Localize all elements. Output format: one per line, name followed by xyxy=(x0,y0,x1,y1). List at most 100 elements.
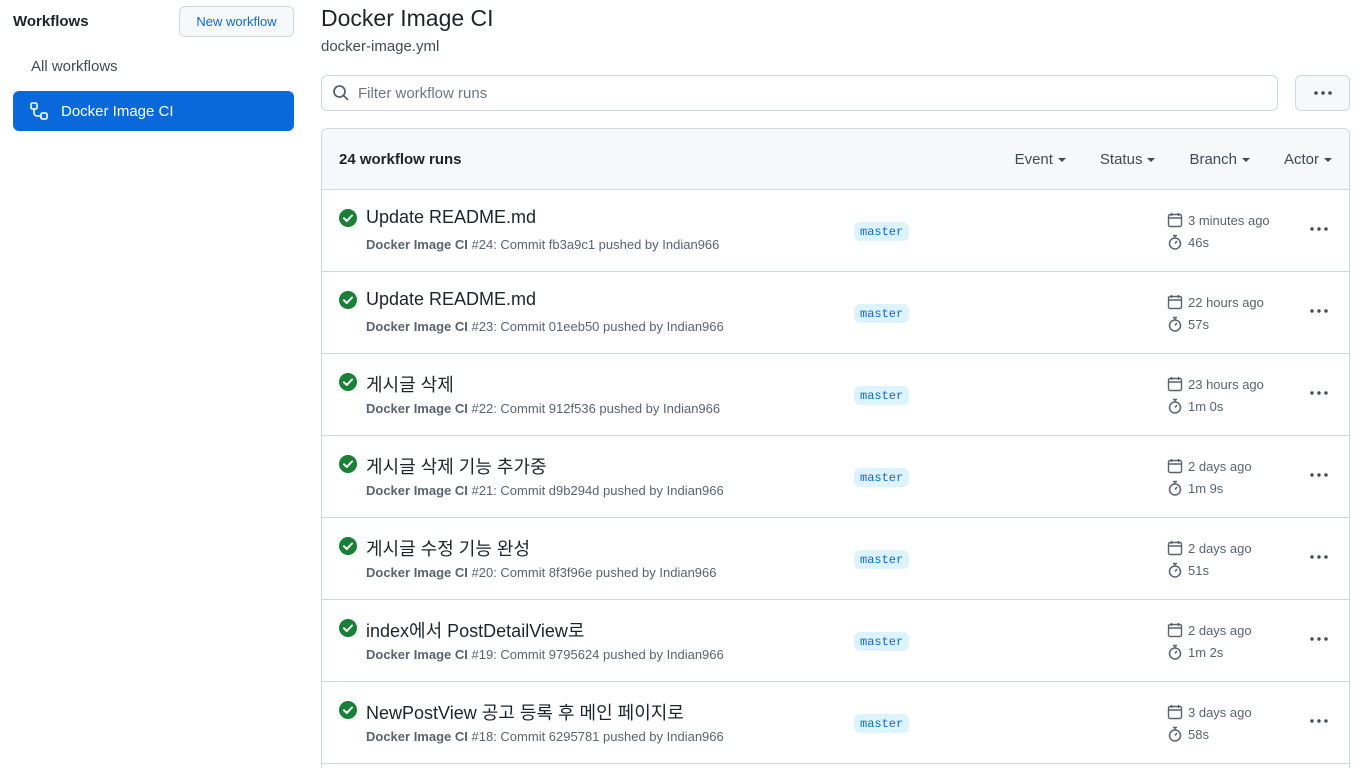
calendar-icon xyxy=(1167,294,1183,310)
sidebar-title: Workflows xyxy=(13,13,89,30)
runs-count: 24 workflow runs xyxy=(339,150,462,168)
calendar-icon xyxy=(1167,212,1183,228)
calendar-icon xyxy=(1167,540,1183,556)
run-duration: 57s xyxy=(1167,316,1209,332)
workflow-run-row[interactable]: NewPostView 공고 등록 후 메인 페이지로 Docker Image… xyxy=(322,682,1349,764)
workflow-run-row[interactable]: Update README.md Docker Image CI #24: Co… xyxy=(322,190,1349,272)
run-meta: Docker Image CI #20: Commit 8f3f96e push… xyxy=(366,565,717,580)
run-timestamp: 2 days ago xyxy=(1167,622,1252,638)
branch-label[interactable]: master xyxy=(854,550,910,569)
run-meta: Docker Image CI #21: Commit d9b294d push… xyxy=(366,483,724,498)
branch-label[interactable]: master xyxy=(854,222,910,241)
run-meta: Docker Image CI #22: Commit 912f536 push… xyxy=(366,401,720,416)
kebab-horizontal-icon xyxy=(1310,719,1328,723)
run-options-button[interactable] xyxy=(1308,384,1330,402)
branch-label[interactable]: master xyxy=(854,632,910,651)
stopwatch-icon xyxy=(1167,562,1183,578)
page-title: Docker Image CI xyxy=(321,5,494,31)
run-options-button[interactable] xyxy=(1308,630,1330,648)
run-meta: Docker Image CI #19: Commit 9795624 push… xyxy=(366,647,724,662)
branch-label[interactable]: master xyxy=(854,714,910,733)
filter-runs-input[interactable] xyxy=(358,84,1238,102)
run-commit-info: #21: Commit d9b294d pushed by Indian966 xyxy=(471,483,724,498)
caret-down-icon xyxy=(1324,157,1332,162)
success-check-icon xyxy=(339,701,357,719)
calendar-icon xyxy=(1167,622,1183,638)
run-commit-info: #19: Commit 9795624 pushed by Indian966 xyxy=(471,647,724,662)
run-commit-info: #23: Commit 01eeb50 pushed by Indian966 xyxy=(471,319,724,334)
new-workflow-button[interactable]: New workflow xyxy=(179,6,294,37)
sidebar-item-docker-image-ci[interactable]: Docker Image CI xyxy=(13,91,294,131)
run-duration-text: 1m 2s xyxy=(1188,644,1224,660)
workflow-run-row[interactable]: Update README.md Docker Image CI #23: Co… xyxy=(322,272,1349,354)
workflow-icon xyxy=(29,101,49,121)
workflow-run-row[interactable]: 게시글 삭제 Docker Image CI #22: Commit 912f5… xyxy=(322,354,1349,436)
run-timestamp: 2 days ago xyxy=(1167,458,1252,474)
run-options-button[interactable] xyxy=(1308,220,1330,238)
run-commit-info: #22: Commit 912f536 pushed by Indian966 xyxy=(471,401,721,416)
kebab-horizontal-icon xyxy=(1310,555,1328,559)
run-meta: Docker Image CI #23: Commit 01eeb50 push… xyxy=(366,319,724,334)
run-time-text: 2 days ago xyxy=(1188,540,1252,556)
run-time-text: 23 hours ago xyxy=(1188,376,1264,392)
calendar-icon xyxy=(1167,704,1183,720)
event-filter-dropdown[interactable]: Event xyxy=(1015,151,1066,168)
branch-label[interactable]: master xyxy=(854,468,910,487)
kebab-horizontal-icon xyxy=(1310,473,1328,477)
success-check-icon xyxy=(339,209,357,227)
success-check-icon xyxy=(339,619,357,637)
run-title-link[interactable]: 게시글 삭제 xyxy=(366,371,454,397)
stopwatch-icon xyxy=(1167,316,1183,332)
run-timestamp: 3 days ago xyxy=(1167,704,1252,720)
run-workflow-name: Docker Image CI xyxy=(366,483,468,498)
caret-down-icon xyxy=(1241,157,1250,162)
run-title-link[interactable]: Update README.md xyxy=(366,289,536,310)
success-check-icon xyxy=(339,537,357,555)
run-options-button[interactable] xyxy=(1308,712,1330,730)
run-duration-text: 57s xyxy=(1188,316,1209,332)
run-title-link[interactable]: 게시글 삭제 기능 추가중 xyxy=(366,453,547,479)
status-filter-dropdown[interactable]: Status xyxy=(1100,151,1156,168)
run-options-button[interactable] xyxy=(1308,302,1330,320)
run-options-button[interactable] xyxy=(1308,548,1330,566)
run-time-text: 22 hours ago xyxy=(1188,294,1264,310)
run-timestamp: 23 hours ago xyxy=(1167,376,1264,392)
run-meta: Docker Image CI #24: Commit fb3a9c1 push… xyxy=(366,237,719,252)
run-title-link[interactable]: NewPostView 공고 등록 후 메인 페이지로 xyxy=(366,699,684,725)
sidebar-item-all-workflows[interactable]: All workflows xyxy=(31,58,118,75)
workflow-run-row[interactable]: 게시글 삭제 기능 추가중 Docker Image CI #21: Commi… xyxy=(322,436,1349,518)
run-title-link[interactable]: Update README.md xyxy=(366,207,536,228)
run-title-link[interactable]: index에서 PostDetailView로 xyxy=(366,617,584,643)
caret-down-icon xyxy=(1147,157,1156,162)
actor-filter-dropdown[interactable]: Actor xyxy=(1284,151,1332,168)
run-workflow-name: Docker Image CI xyxy=(366,319,468,334)
run-meta: Docker Image CI #18: Commit 6295781 push… xyxy=(366,729,724,744)
run-duration-text: 46s xyxy=(1188,234,1209,250)
run-title-link[interactable]: 게시글 수정 기능 완성 xyxy=(366,535,530,561)
run-workflow-name: Docker Image CI xyxy=(366,647,468,662)
run-options-button[interactable] xyxy=(1308,466,1330,484)
calendar-icon xyxy=(1167,458,1183,474)
run-time-text: 2 days ago xyxy=(1188,622,1252,638)
workflow-file-link[interactable]: docker-image.yml xyxy=(321,38,439,55)
run-duration-text: 1m 0s xyxy=(1188,398,1224,414)
run-duration-text: 58s xyxy=(1188,726,1209,742)
filter-runs-search[interactable] xyxy=(321,75,1278,111)
branch-label[interactable]: master xyxy=(854,304,910,323)
run-time-text: 2 days ago xyxy=(1188,458,1252,474)
run-time-text: 3 days ago xyxy=(1188,704,1252,720)
run-commit-info: #24: Commit fb3a9c1 pushed by Indian966 xyxy=(471,237,720,252)
calendar-icon xyxy=(1167,376,1183,392)
workflow-run-row[interactable]: 게시글 수정 기능 완성 Docker Image CI #20: Commit… xyxy=(322,518,1349,600)
success-check-icon xyxy=(339,373,357,391)
run-workflow-name: Docker Image CI xyxy=(366,237,468,252)
workflow-run-row[interactable]: index에서 PostDetailView로 Docker Image CI … xyxy=(322,600,1349,682)
branch-label[interactable]: master xyxy=(854,386,910,405)
run-duration-text: 1m 9s xyxy=(1188,480,1224,496)
workflow-options-button[interactable] xyxy=(1295,75,1350,111)
success-check-icon xyxy=(339,455,357,473)
run-commit-info: #20: Commit 8f3f96e pushed by Indian966 xyxy=(471,565,717,580)
kebab-horizontal-icon xyxy=(1310,309,1328,313)
kebab-horizontal-icon xyxy=(1310,637,1328,641)
branch-filter-dropdown[interactable]: Branch xyxy=(1189,151,1250,168)
